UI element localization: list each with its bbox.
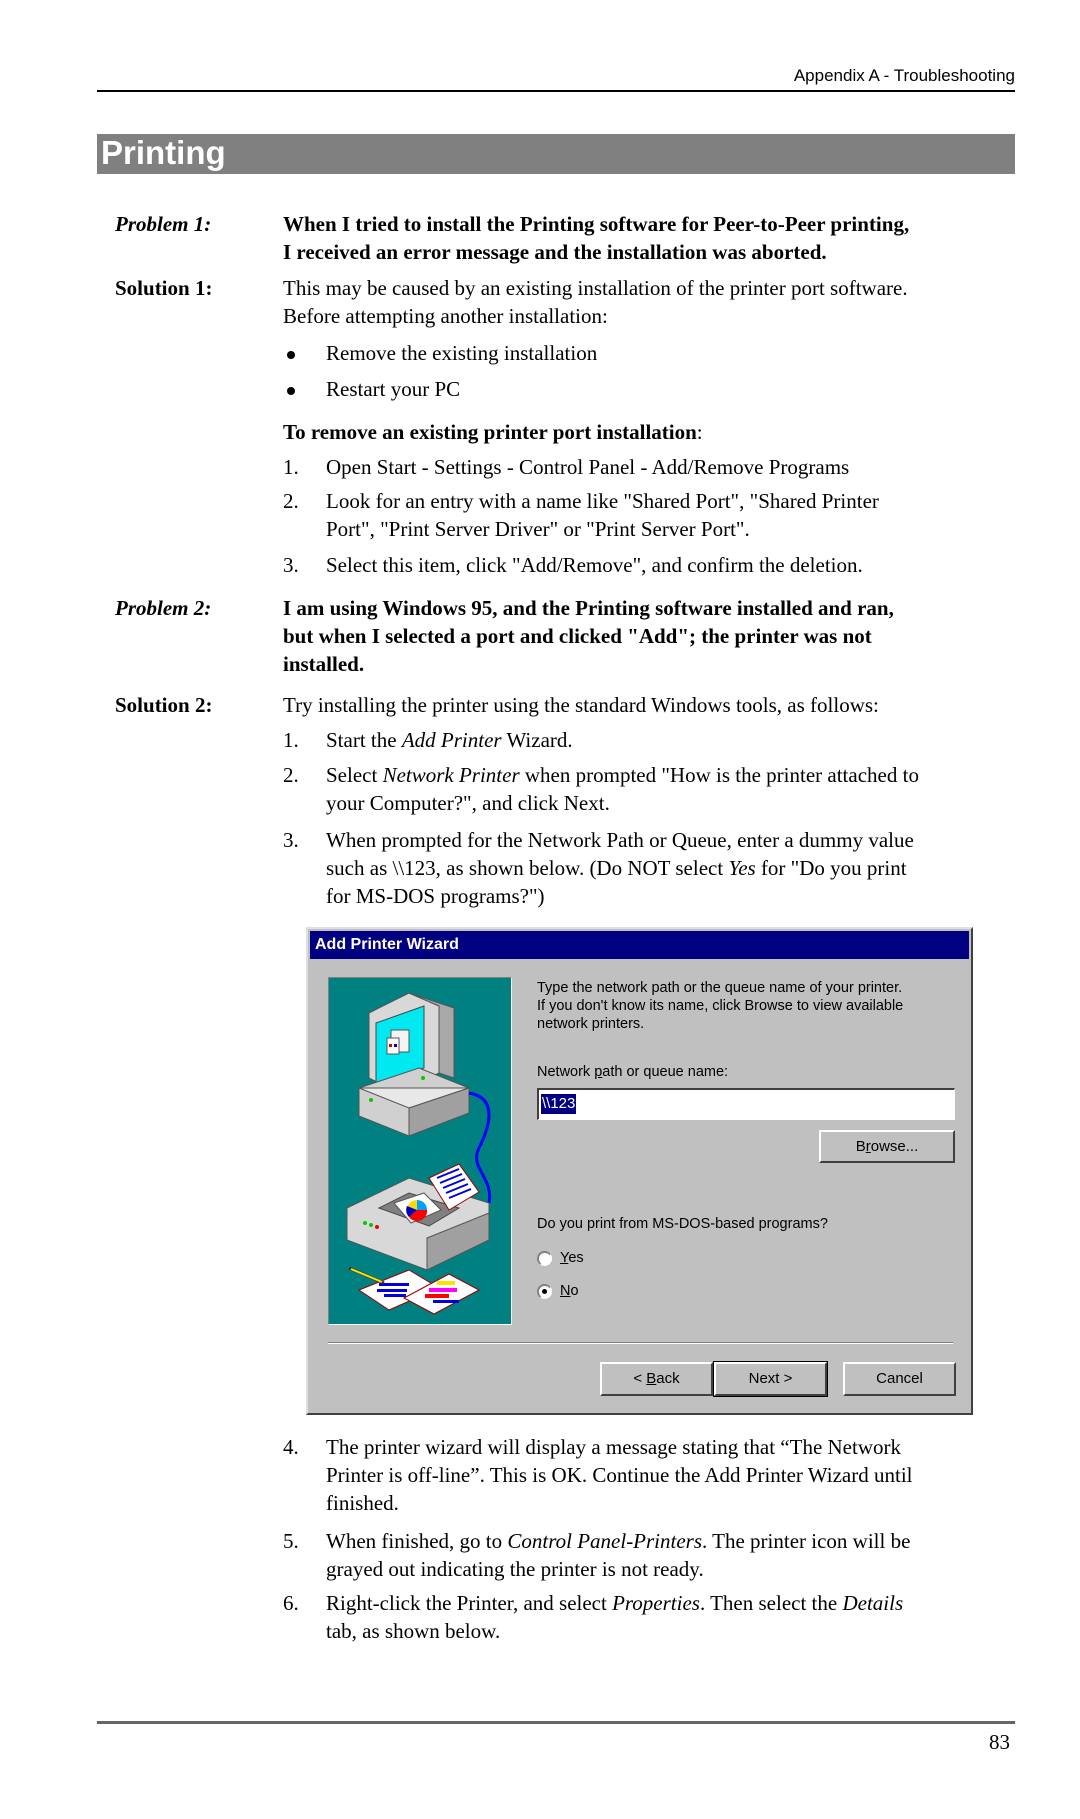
running-header: Appendix A - Troubleshooting: [793, 66, 1015, 85]
step-number: 5.: [283, 1529, 299, 1553]
next-button[interactable]: Next >: [713, 1361, 828, 1397]
problem-2-label: Problem 2:: [115, 596, 212, 620]
dialog-title-bar: Add Printer Wizard: [310, 931, 969, 959]
radio-yes[interactable]: [537, 1251, 552, 1266]
step-number: 2.: [283, 763, 299, 787]
step-number: 1.: [283, 455, 299, 479]
step-text: The printer wizard will display a messag…: [326, 1435, 913, 1515]
problem-1-line: When I tried to install the Printing sof…: [283, 212, 910, 236]
solution-1-line: This may be caused by an existing instal…: [283, 276, 908, 300]
browse-button[interactable]: Browse...: [819, 1130, 955, 1163]
step-number: 2.: [283, 489, 299, 513]
radio-yes-label[interactable]: Yes: [560, 1249, 584, 1267]
step-text: Start the Add Printer Wizard.: [326, 728, 573, 752]
subheading-colon: :: [696, 420, 703, 444]
bullet-icon: [287, 351, 295, 360]
step-text: Right-click the Printer, and select Prop…: [326, 1591, 904, 1643]
problem-1-text: When I tried to install the Printing sof…: [283, 210, 1003, 266]
step-number: 4.: [283, 1435, 299, 1459]
dialog-instruction-line: If you don't know its name, click Browse…: [537, 998, 904, 1014]
bullet-text: Remove the existing installation: [326, 341, 598, 365]
solution-1-intro: This may be caused by an existing instal…: [283, 274, 1003, 330]
problem-2-line: I am using Windows 95, and the Printing …: [283, 596, 894, 620]
radio-selected-dot: [542, 1289, 547, 1294]
step-text: When prompted for the Network Path or Qu…: [326, 828, 914, 908]
network-path-input[interactable]: \\123: [537, 1088, 955, 1120]
problem-1-line: I received an error message and the inst…: [283, 240, 827, 264]
cancel-button[interactable]: Cancel: [843, 1362, 956, 1396]
footer-rule: [97, 1721, 1015, 1724]
back-button[interactable]: < Back: [600, 1362, 713, 1396]
header-rule: [97, 90, 1015, 92]
step-text: Select this item, click "Add/Remove", an…: [326, 553, 863, 577]
problem-2-text: I am using Windows 95, and the Printing …: [283, 594, 1003, 678]
page-number: 83: [989, 1730, 1010, 1754]
step-text: Select Network Printer when prompted "Ho…: [326, 763, 919, 815]
step-line: Look for an entry with a name like "Shar…: [326, 489, 879, 513]
problem-1-label: Problem 1:: [115, 212, 212, 236]
solution-1-line: Before attempting another installation:: [283, 304, 608, 328]
computer-printer-icon: [346, 992, 492, 1315]
section-title-band: [97, 134, 1015, 174]
subheading: To remove an existing printer port insta…: [283, 418, 1003, 446]
solution-2-intro: Try installing the printer using the sta…: [283, 693, 879, 717]
network-path-value: \\123: [541, 1094, 577, 1114]
step-number: 3.: [283, 828, 299, 852]
solution-1-label: Solution 1:: [115, 276, 213, 300]
subheading-text: To remove an existing printer port insta…: [283, 420, 697, 444]
step-text: When finished, go to Control Panel-Print…: [326, 1529, 911, 1581]
step-line: Port", "Print Server Driver" or "Print S…: [326, 517, 750, 541]
dialog-instruction-line: network printers.: [537, 1016, 645, 1032]
path-label: Network path or queue name:: [537, 1064, 729, 1080]
step-number: 3.: [283, 553, 299, 577]
bullet-text: Restart your PC: [326, 377, 461, 401]
radio-no[interactable]: [537, 1284, 552, 1299]
bullet-icon: [287, 387, 295, 396]
step-number: 1.: [283, 728, 299, 752]
dialog-separator: [328, 1342, 953, 1344]
step-text: Look for an entry with a name like "Shar…: [326, 487, 1016, 543]
radio-no-label[interactable]: No: [560, 1282, 579, 1300]
step-number: 6.: [283, 1591, 299, 1615]
printer-illustration: [328, 977, 512, 1325]
problem-2-line: installed.: [283, 652, 365, 676]
add-printer-wizard-dialog: Add Printer Wizard Type the network path…: [306, 927, 973, 1415]
problem-2-line: but when I selected a port and clicked "…: [283, 624, 872, 648]
step-text: Open Start - Settings - Control Panel - …: [326, 455, 850, 479]
dialog-instruction-line: Type the network path or the queue name …: [537, 980, 903, 996]
section-title: Printing: [101, 134, 226, 171]
solution-2-label: Solution 2:: [115, 693, 213, 717]
dos-question: Do you print from MS-DOS-based programs?: [537, 1216, 828, 1232]
